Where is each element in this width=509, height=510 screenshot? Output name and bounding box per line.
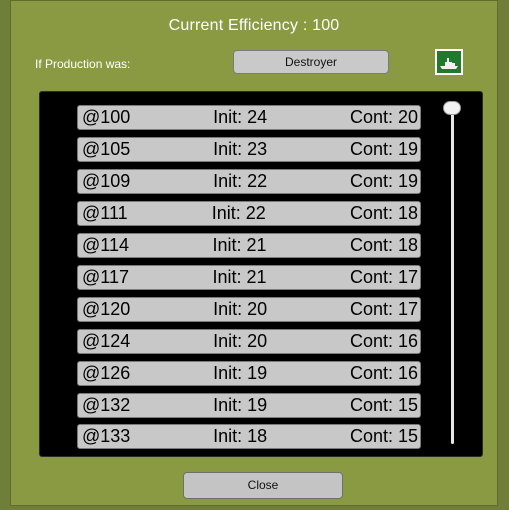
dialog-title: Current Efficiency : 100 bbox=[168, 17, 340, 34]
list-item[interactable]: @105 Init: 23 Cont: 19 bbox=[77, 137, 421, 162]
list-item[interactable]: @117 Init: 21 Cont: 17 bbox=[77, 265, 421, 290]
efficiency-value: @100 bbox=[82, 107, 131, 127]
efficiency-value: @117 bbox=[82, 267, 129, 287]
list-item[interactable]: @114 Init: 21 Cont: 18 bbox=[77, 233, 421, 258]
scrollbar-track[interactable] bbox=[451, 106, 454, 444]
cont-value: Cont: 15 bbox=[349, 395, 418, 415]
init-value: Init: 18 bbox=[213, 426, 268, 446]
efficiency-list[interactable]: @100 Init: 24 Cont: 20 @105 Init: 23 Con… bbox=[39, 91, 483, 457]
list-item[interactable]: @100 Init: 24 Cont: 20 bbox=[77, 105, 421, 130]
efficiency-value: @132 bbox=[82, 395, 131, 415]
efficiency-value: @124 bbox=[82, 331, 131, 351]
cont-value: Cont: 17 bbox=[349, 299, 418, 319]
init-value: Init: 19 bbox=[213, 363, 268, 383]
cont-value: Cont: 18 bbox=[349, 235, 418, 255]
efficiency-value: @114 bbox=[82, 235, 129, 255]
cont-value: Cont: 20 bbox=[349, 107, 418, 127]
init-value: Init: 20 bbox=[213, 331, 268, 351]
list-item[interactable]: @109 Init: 22 Cont: 19 bbox=[77, 169, 421, 194]
cont-value: Cont: 18 bbox=[349, 203, 418, 223]
production-label: If Production was: bbox=[35, 57, 131, 71]
init-value: Init: 19 bbox=[213, 395, 268, 415]
init-value: Init: 22 bbox=[211, 203, 266, 223]
init-value: Init: 22 bbox=[213, 171, 268, 191]
efficiency-value: @111 bbox=[82, 203, 128, 223]
cont-value: Cont: 19 bbox=[349, 139, 418, 159]
production-select-button[interactable]: Destroyer bbox=[233, 50, 389, 74]
cont-value: Cont: 16 bbox=[349, 363, 418, 383]
efficiency-value: @120 bbox=[82, 299, 131, 319]
efficiency-value: @126 bbox=[82, 363, 131, 383]
list-item[interactable]: @124 Init: 20 Cont: 16 bbox=[77, 329, 421, 354]
list-item[interactable]: @132 Init: 19 Cont: 15 bbox=[77, 393, 421, 418]
cont-value: Cont: 16 bbox=[349, 331, 418, 351]
init-value: Init: 21 bbox=[212, 235, 267, 255]
efficiency-value: @105 bbox=[82, 139, 131, 159]
efficiency-value: @133 bbox=[82, 426, 131, 446]
init-value: Init: 20 bbox=[213, 299, 268, 319]
list-item[interactable]: @111 Init: 22 Cont: 18 bbox=[77, 201, 421, 226]
cont-value: Cont: 17 bbox=[349, 267, 418, 287]
efficiency-value: @109 bbox=[82, 171, 131, 191]
init-value: Init: 24 bbox=[213, 107, 268, 127]
cont-value: Cont: 15 bbox=[349, 426, 418, 446]
init-value: Init: 21 bbox=[212, 267, 267, 287]
efficiency-dialog: Current Efficiency : 100 If Production w… bbox=[10, 0, 498, 506]
cont-value: Cont: 19 bbox=[349, 171, 418, 191]
close-button[interactable]: Close bbox=[183, 472, 343, 499]
list-item[interactable]: @133 Init: 18 Cont: 15 bbox=[77, 424, 421, 449]
scrollbar-thumb[interactable] bbox=[443, 101, 461, 115]
list-item[interactable]: @120 Init: 20 Cont: 17 bbox=[77, 297, 421, 322]
list-item[interactable]: @126 Init: 19 Cont: 16 bbox=[77, 361, 421, 386]
init-value: Init: 23 bbox=[213, 139, 268, 159]
warship-icon[interactable] bbox=[435, 49, 463, 75]
